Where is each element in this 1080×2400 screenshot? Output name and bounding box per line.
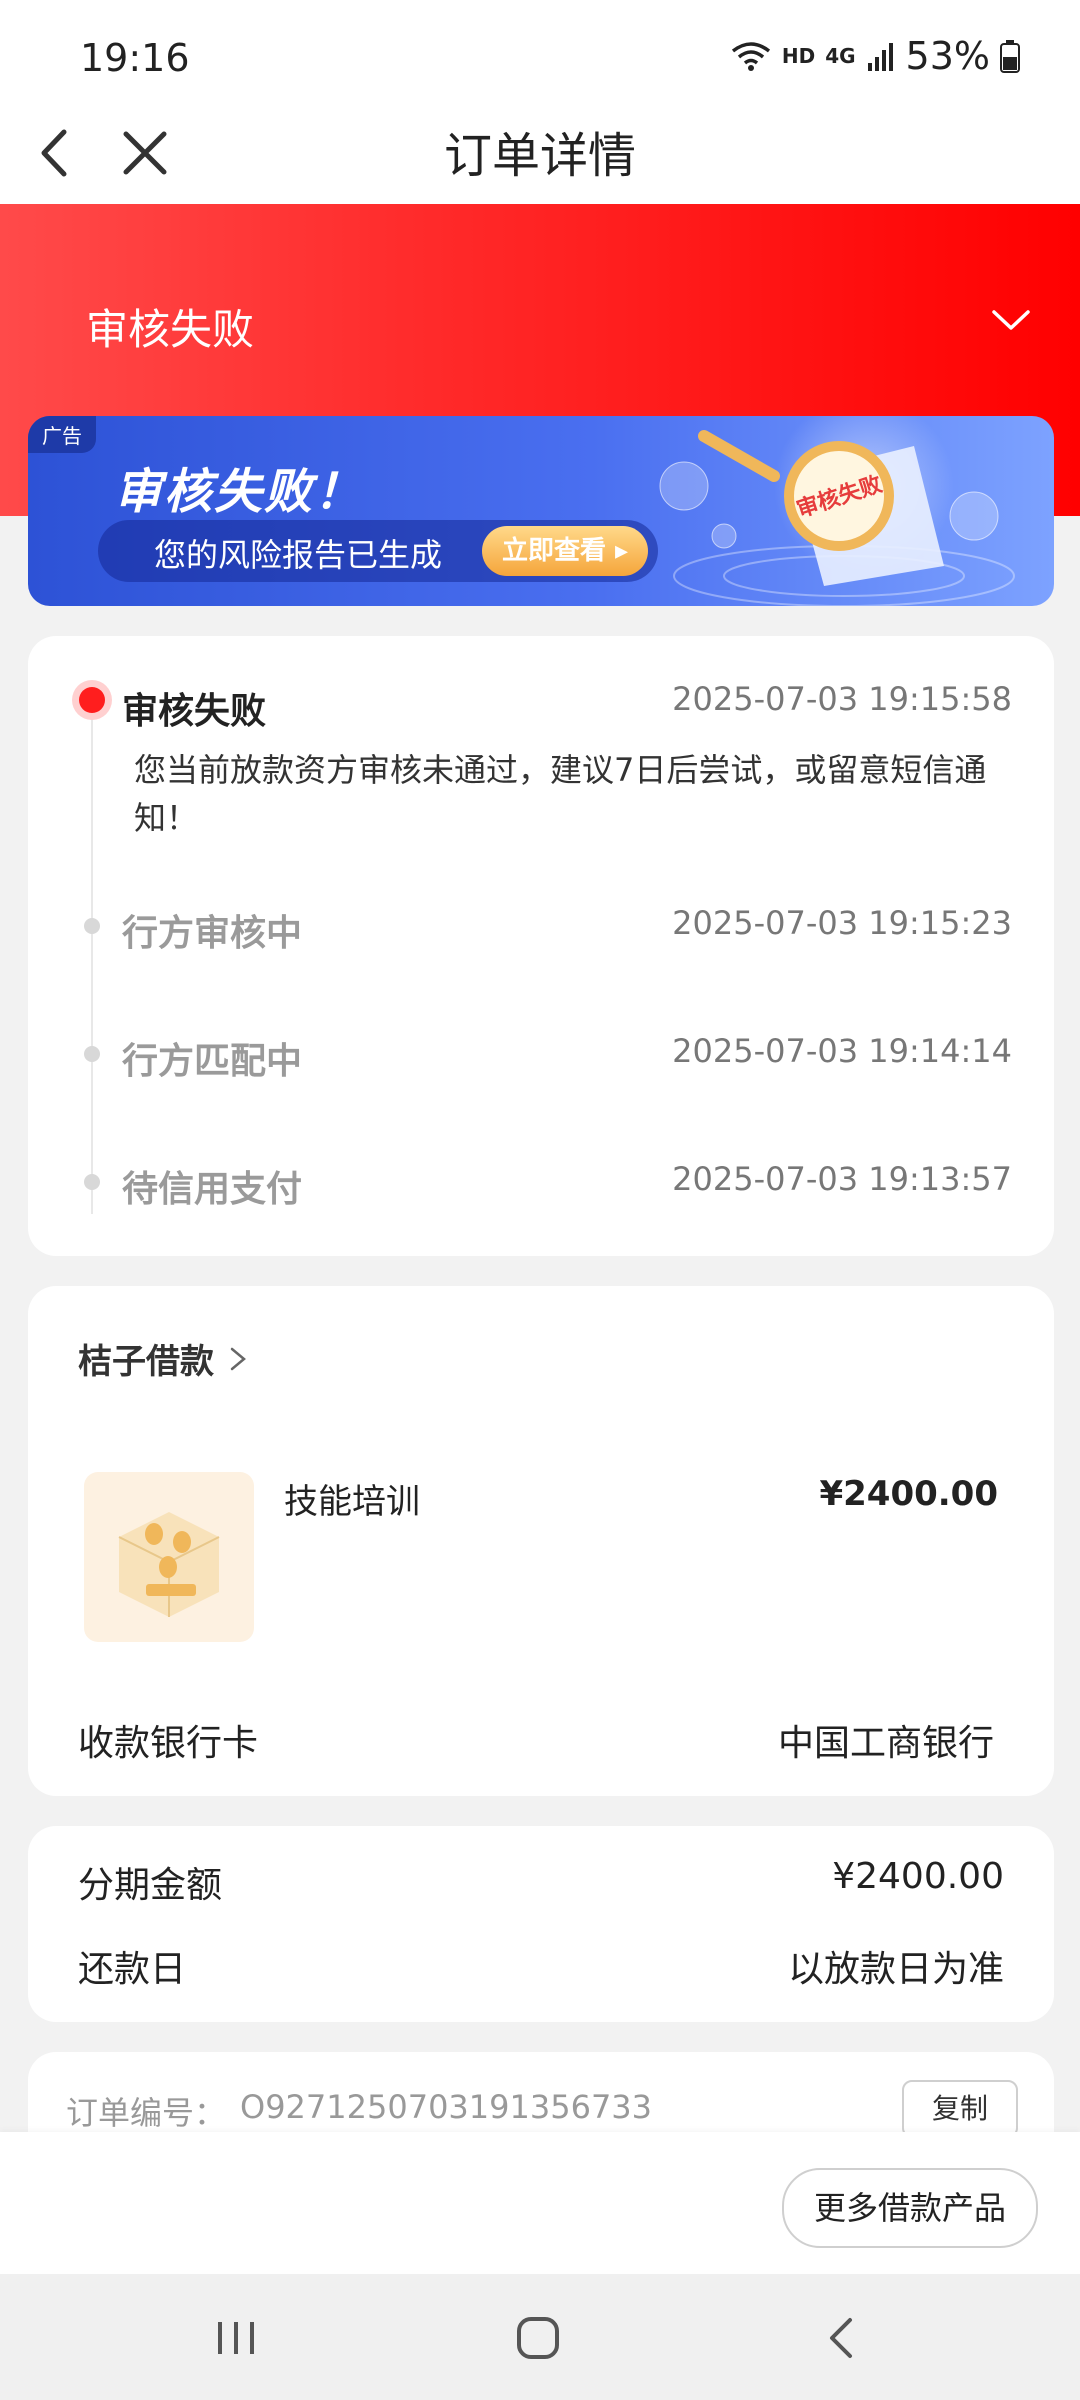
loan-card: 桔子借款 技能培训 ¥2400.00 收款银行卡 中国工商银行: [28, 1286, 1054, 1796]
battery-icon: [1000, 40, 1020, 73]
home-icon: [517, 2317, 559, 2359]
wifi-icon: [731, 42, 770, 71]
page-title: 订单详情: [443, 128, 636, 184]
magnifier-illustration: 审核失败: [659, 416, 1015, 606]
installment-info-card: 分期金额 ¥2400.00 还款日 以放款日为准: [28, 1826, 1054, 2022]
bank-card-value: 中国工商银行: [777, 1723, 994, 1764]
order-number: O927125070319135673​3: [240, 2088, 653, 2126]
system-navigation-bar: [0, 2274, 1080, 2400]
timeline-title: 审核失败: [122, 691, 267, 732]
chevron-down-icon: [992, 310, 1030, 330]
repayment-day-label: 还款日: [78, 1949, 187, 1990]
timeline-line: [91, 696, 93, 1214]
timeline-time: 2025-07-03 19:13:57: [672, 1160, 1012, 1198]
repayment-day-value: 以放款日为准: [787, 1949, 1004, 1990]
lender-name: 桔子借款: [78, 1342, 214, 1382]
timeline-description: 您当前放款资方审核未通过，建议7日后尝试，或留意短信通知！: [134, 751, 987, 837]
timeline-time: 2025-07-03 19:15:23: [672, 904, 1012, 942]
ad-tag: 广告: [28, 416, 96, 453]
more-loans-button[interactable]: 更多借款产品: [782, 2168, 1038, 2248]
copy-button[interactable]: 复制: [902, 2080, 1018, 2138]
timeline-dot: [84, 1174, 100, 1190]
battery-percent: 53%: [905, 34, 990, 78]
ad-view-label: 立即查看: [501, 536, 606, 566]
status-indicators: HD 4G 53%: [730, 34, 1020, 78]
signal-icon: [867, 43, 893, 71]
coin-box-icon: [118, 1512, 220, 1617]
order-status-title: 审核失败: [86, 305, 255, 354]
chevron-right-icon: [230, 1347, 246, 1370]
timeline-dot-active: [72, 680, 112, 720]
home-button[interactable]: [508, 2308, 568, 2368]
system-back-button[interactable]: [812, 2308, 872, 2368]
ad-banner[interactable]: 广告 审核失败！ 您的风险报告已生成 立即查看 ▸ 审核失败: [28, 416, 1054, 606]
bottom-action-bar: 更多借款产品: [0, 2132, 1080, 2274]
ad-pill: 您的风险报告已生成 立即查看 ▸: [98, 520, 658, 582]
ad-subtitle: 您的风险报告已生成: [154, 536, 443, 574]
lender-link[interactable]: 桔子借款: [78, 1334, 250, 1383]
installment-amount-label: 分期金额: [78, 1865, 223, 1906]
progress-timeline: 审核失败 2025-07-03 19:15:58 您当前放款资方审核未通过，建议…: [28, 636, 1054, 1256]
bank-card-label: 收款银行卡: [78, 1723, 259, 1764]
timeline-time: 2025-07-03 19:15:58: [672, 680, 1012, 718]
order-number-label: 订单编号：: [66, 2094, 227, 2132]
timeline-time: 2025-07-03 19:14:14: [672, 1032, 1012, 1070]
status-bar: 19:16 HD 4G 53%: [0, 0, 1080, 100]
timeline-title: 行方审核中: [122, 913, 303, 954]
navbar: 订单详情: [0, 100, 1080, 204]
product-price: ¥2400.00: [819, 1474, 998, 1514]
recent-apps-button[interactable]: [206, 2308, 266, 2368]
network-type: 4G: [825, 44, 856, 68]
recent-apps-icon: [218, 2322, 254, 2354]
timeline-title: 待信用支付: [122, 1169, 303, 1210]
expand-button[interactable]: [986, 296, 1036, 346]
product-name: 技能培训: [284, 1482, 420, 1522]
timeline-dot: [84, 918, 100, 934]
product-image: [84, 1472, 254, 1642]
timeline-title: 行方匹配中: [122, 1041, 303, 1082]
installment-amount-value: ¥2400.00: [832, 1856, 1004, 1897]
timeline-dot: [84, 1046, 100, 1062]
hd-indicator: HD: [781, 44, 816, 68]
status-time: 19:16: [80, 36, 190, 80]
back-arrow-icon: [830, 2318, 852, 2358]
ad-title: 审核失败！: [114, 464, 365, 520]
